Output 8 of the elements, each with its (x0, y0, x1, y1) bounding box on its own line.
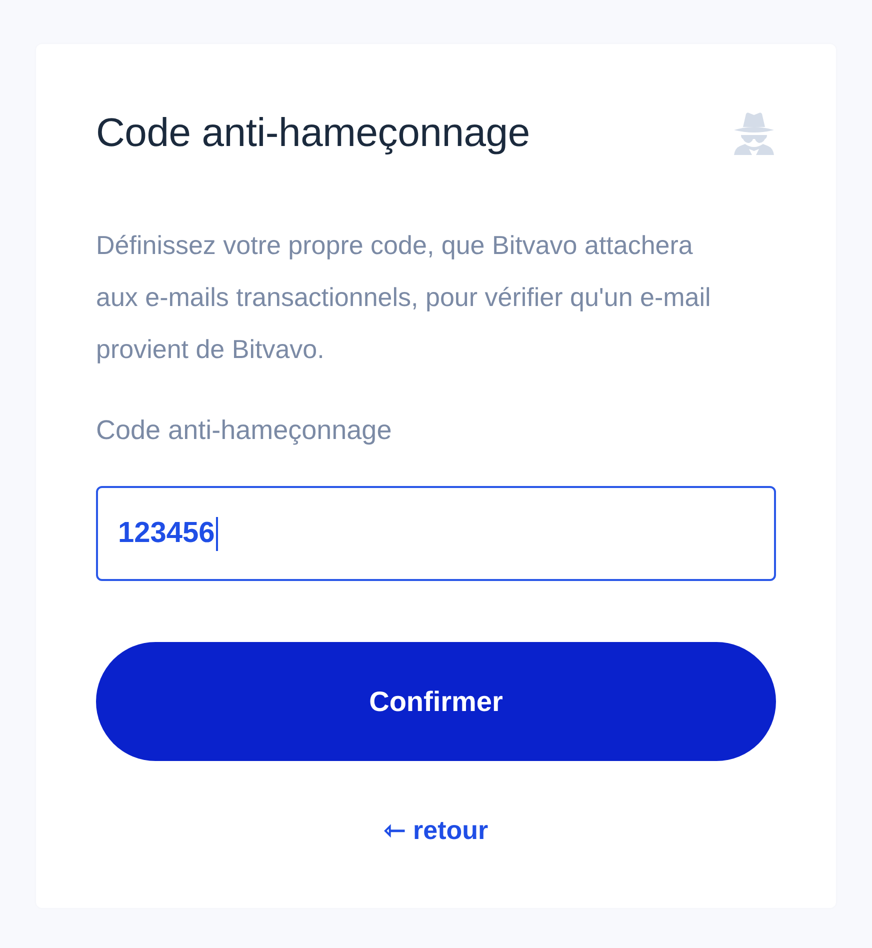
confirm-button[interactable]: Confirmer (96, 642, 776, 761)
text-cursor-icon (216, 516, 218, 550)
card-title: Code anti-hameçonnage (96, 110, 530, 157)
input-field[interactable]: 123456 (96, 486, 776, 581)
field-label: Code anti-hameçonnage (96, 415, 393, 445)
spy-icon (732, 111, 776, 155)
description-text: Définissez votre propre code, que Bitvavo attachera aux e-mails transactionnels, pour vérifier qu'un e-mail provient de Bitvavo. (96, 229, 712, 366)
back-link[interactable]: ⇽ retour (384, 815, 488, 845)
